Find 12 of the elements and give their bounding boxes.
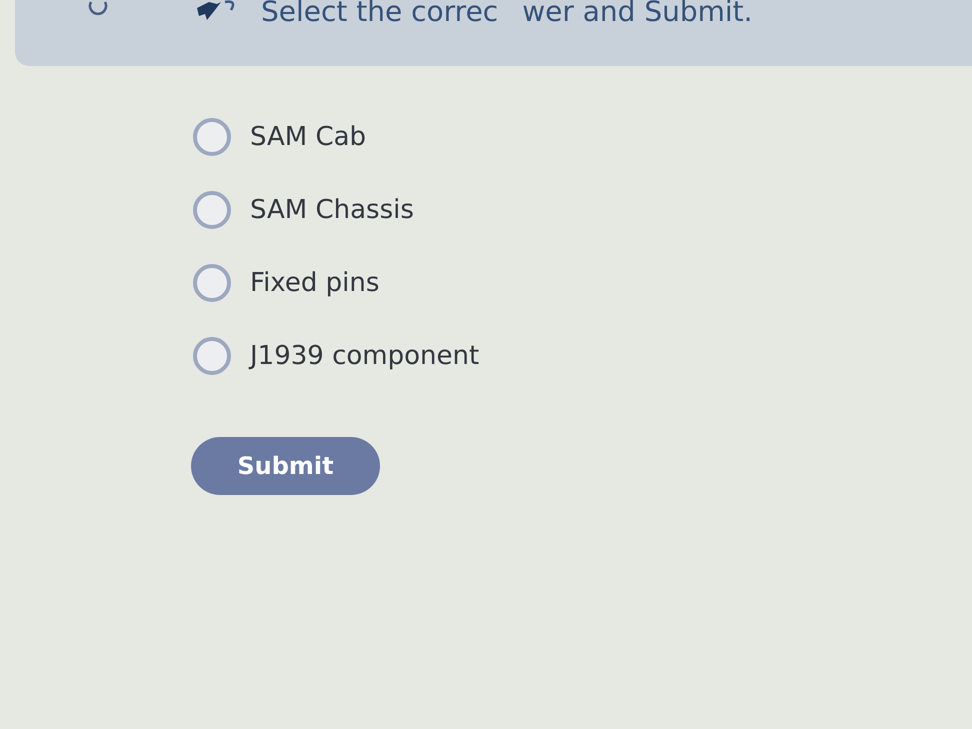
radio-button[interactable] — [193, 191, 231, 229]
radio-button[interactable] — [193, 118, 231, 156]
instruction-text: wer and Submit. — [522, 0, 753, 27]
submit-button[interactable]: Submit — [191, 437, 380, 495]
radio-button[interactable] — [193, 264, 231, 302]
radio-button[interactable] — [193, 337, 231, 375]
option-label[interactable]: SAM Cab — [250, 122, 366, 152]
ring-icon — [87, 1, 109, 17]
instruction-text: Select the correc — [261, 0, 498, 27]
option-label[interactable]: SAM Chassis — [250, 195, 414, 225]
option-label[interactable]: J1939 component — [250, 341, 480, 371]
option-label[interactable]: Fixed pins — [250, 268, 380, 298]
